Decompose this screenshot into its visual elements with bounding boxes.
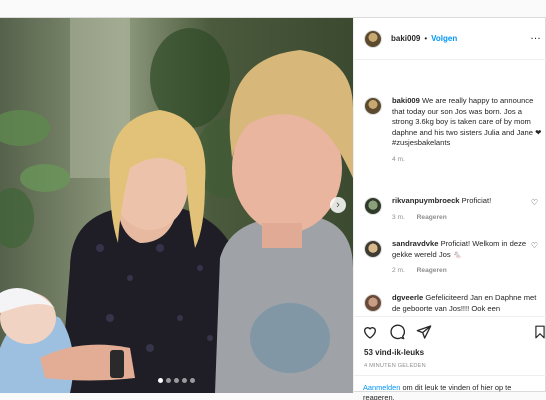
author-avatar[interactable]	[364, 29, 382, 48]
share-icon[interactable]	[416, 324, 432, 340]
comment-item: dgveerle Gefeliciteerd Jan en Daphne met…	[364, 293, 544, 314]
bookmark-icon[interactable]	[533, 324, 546, 340]
commenter-avatar[interactable]	[364, 294, 382, 312]
author-username[interactable]: baki009	[391, 34, 420, 43]
comment-icon[interactable]	[389, 324, 405, 340]
commenter-avatar[interactable]	[364, 240, 382, 258]
comment-time: 2 m.	[392, 267, 405, 274]
family-photo-illustration	[0, 18, 353, 393]
author-avatar[interactable]	[364, 97, 382, 115]
instagram-post: › baki009 • Volgen … baki009 We are real…	[0, 17, 546, 400]
like-comment-heart-icon[interactable]: ♡	[531, 198, 538, 207]
commenter-avatar[interactable]	[364, 197, 382, 215]
caption-username[interactable]: baki009	[392, 96, 420, 105]
login-prompt: Aanmelden om dit leuk te vinden of hier …	[353, 375, 546, 400]
carousel-dot	[190, 378, 195, 383]
comment-time: 3 m.	[392, 213, 405, 221]
carousel-dot	[158, 378, 163, 383]
post-header: baki009 • Volgen …	[354, 18, 546, 60]
follow-button[interactable]: Volgen	[431, 34, 457, 43]
post-timestamp: 4 MINUTEN GELEDEN	[364, 363, 426, 369]
carousel-dot	[182, 378, 187, 383]
post-photo[interactable]: ›	[0, 18, 353, 393]
reply-button[interactable]: Reageren	[417, 267, 447, 274]
post-actions: 53 vind-ik-leuks 4 MINUTEN GELEDEN Aanme…	[353, 316, 546, 400]
caption-time: 4 m.	[392, 155, 405, 163]
comment-username[interactable]: dgveerle	[392, 293, 423, 302]
separator-dot: •	[424, 34, 428, 43]
likes-count[interactable]: 53 vind-ik-leuks	[364, 348, 424, 357]
carousel-dot	[166, 378, 171, 383]
reply-button[interactable]: Reageren	[417, 214, 447, 221]
more-options-icon[interactable]: …	[530, 30, 542, 42]
comment-username[interactable]: rikvanpuymbroeck	[392, 196, 460, 205]
like-comment-heart-icon[interactable]: ♡	[531, 241, 538, 250]
carousel-indicators	[0, 378, 353, 383]
post-sidebar: baki009 • Volgen … baki009 We are really…	[353, 18, 546, 400]
comments-list[interactable]: baki009 We are really happy to announce …	[354, 60, 546, 316]
comment-text: Proficiat!	[461, 196, 492, 205]
caption: baki009 We are really happy to announce …	[364, 96, 544, 165]
carousel-next-button[interactable]: ›	[330, 197, 346, 213]
comment-username[interactable]: sandravdvke	[392, 239, 438, 248]
heart-icon[interactable]	[362, 324, 378, 340]
comment-item: sandravdvke Proficiat! Welkom in deze ge…	[364, 239, 544, 277]
login-link[interactable]: Aanmelden	[363, 383, 400, 392]
comment-item: rikvanpuymbroeck Proficiat! 3 m. Reagere…	[364, 196, 544, 223]
carousel-dot	[174, 378, 179, 383]
